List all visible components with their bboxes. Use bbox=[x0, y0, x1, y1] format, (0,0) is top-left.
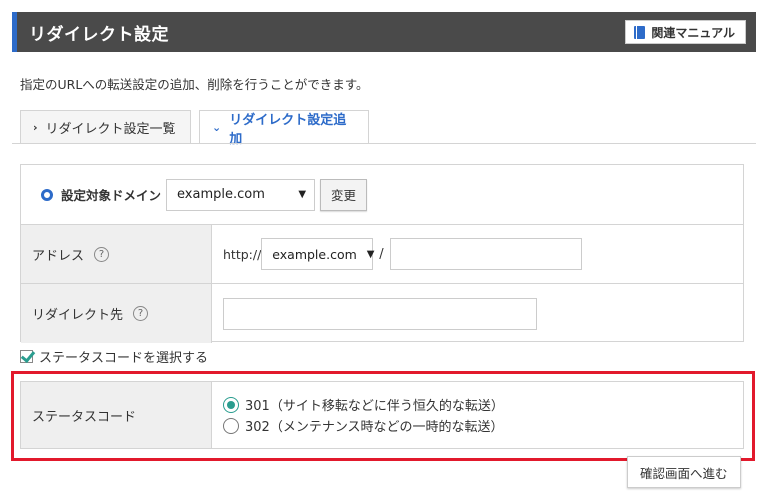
chevron-down-icon: ▼ bbox=[366, 248, 375, 260]
redirect-target-label: リダイレクト先 ? bbox=[21, 284, 212, 343]
address-separator: / bbox=[379, 246, 384, 262]
redirect-target-input[interactable] bbox=[223, 297, 537, 330]
page-header: リダイレクト設定 関連マニュアル bbox=[12, 12, 756, 52]
domain-label: 設定対象ドメイン bbox=[61, 188, 162, 203]
status-301-option[interactable]: 301（サイト移転などに伴う恒久的な転送） bbox=[223, 394, 504, 415]
radio-selected-icon[interactable] bbox=[223, 396, 239, 413]
redirect-target-row: リダイレクト先 ? bbox=[21, 284, 743, 343]
redirect-target-value bbox=[223, 284, 537, 343]
address-path-input[interactable] bbox=[389, 238, 582, 270]
confirm-button[interactable]: 確認画面へ進む bbox=[627, 456, 741, 488]
domain-row: 設定対象ドメイン example.com ▼ 変更 bbox=[21, 165, 743, 225]
address-prefix: http:// bbox=[223, 246, 262, 262]
chevron-down-icon: ⌄ bbox=[212, 121, 222, 134]
status-code-row: ステータスコード 301（サイト移転などに伴う恒久的な転送） 302（メンテナン… bbox=[20, 381, 744, 449]
tab-redirect-list[interactable]: › リダイレクト設定一覧 bbox=[20, 110, 191, 143]
radio-icon[interactable] bbox=[223, 417, 239, 434]
help-icon[interactable]: ? bbox=[133, 306, 149, 321]
status-301-label: 301（サイト移転などに伴う恒久的な転送） bbox=[245, 399, 504, 414]
status-code-label: ステータスコード bbox=[21, 382, 212, 448]
redirect-form: 設定対象ドメイン example.com ▼ 変更 アドレス ? http://… bbox=[20, 164, 744, 343]
status-302-option[interactable]: 302（メンテナンス時などの一時的な転送） bbox=[223, 415, 504, 436]
address-label: アドレス ? bbox=[21, 225, 212, 283]
page-description: 指定のURLへの転送設定の追加、削除を行うことができます。 bbox=[20, 77, 369, 92]
status-302-label: 302（メンテナンス時などの一時的な転送） bbox=[245, 420, 504, 435]
status-code-checkbox[interactable] bbox=[20, 350, 33, 363]
page-title: リダイレクト設定 bbox=[29, 25, 169, 45]
tab-redirect-add[interactable]: ⌄ リダイレクト設定追加 bbox=[199, 110, 369, 147]
domain-select[interactable]: example.com ▼ bbox=[166, 178, 316, 211]
address-domain-value: example.com bbox=[272, 246, 357, 262]
chevron-down-icon: ▼ bbox=[298, 189, 307, 200]
address-row: アドレス ? http:// example.com ▼ / bbox=[21, 225, 743, 284]
address-domain-select[interactable]: example.com ▼ bbox=[261, 238, 375, 270]
chevron-right-icon: › bbox=[33, 120, 38, 134]
tab-label: リダイレクト設定一覧 bbox=[45, 121, 176, 137]
status-code-options: 301（サイト移転などに伴う恒久的な転送） 302（メンテナンス時などの一時的な… bbox=[223, 394, 504, 436]
tab-divider bbox=[12, 143, 756, 144]
tab-label: リダイレクト設定追加 bbox=[229, 112, 347, 147]
help-icon[interactable]: ? bbox=[94, 246, 110, 262]
related-manual-button[interactable]: 関連マニュアル bbox=[625, 20, 746, 44]
status-code-checkbox-label: ステータスコードを選択する bbox=[39, 351, 209, 366]
domain-bullet-icon bbox=[41, 188, 53, 201]
domain-select-value: example.com bbox=[177, 187, 265, 202]
status-code-checkbox-row[interactable]: ステータスコードを選択する bbox=[20, 347, 208, 366]
address-value: http:// example.com ▼ / bbox=[223, 225, 582, 283]
related-manual-label: 関連マニュアル bbox=[651, 25, 735, 40]
book-icon bbox=[634, 25, 646, 39]
change-domain-button[interactable]: 変更 bbox=[320, 178, 368, 211]
redirect-target-label-text: リダイレクト先 bbox=[32, 308, 124, 323]
address-label-text: アドレス bbox=[32, 248, 85, 264]
